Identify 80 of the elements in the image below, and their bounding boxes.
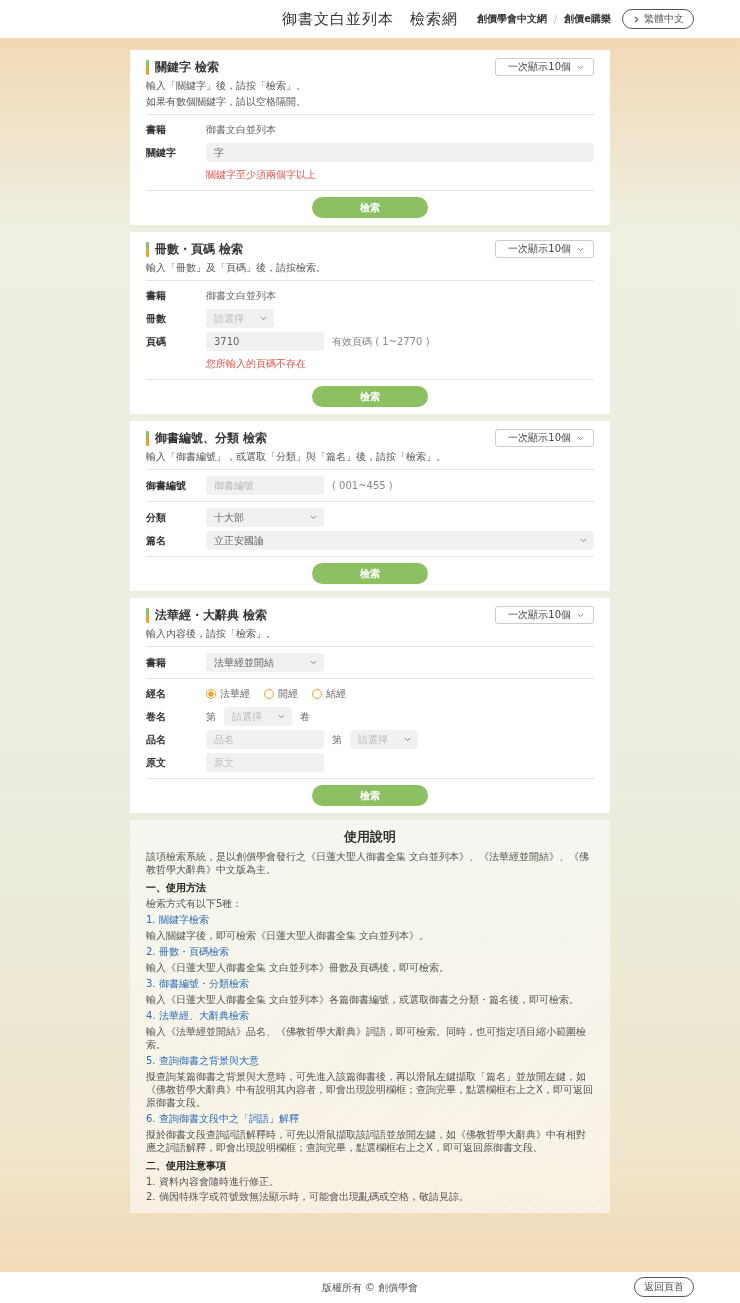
per-page-select[interactable]: 一次顯示10個 bbox=[495, 240, 594, 258]
accent-bar bbox=[146, 607, 149, 623]
select-field[interactable]: 十大部 bbox=[206, 508, 324, 527]
card-title-text: 法華經・大辭典 檢索 bbox=[155, 606, 268, 624]
field-label: 書籍 bbox=[146, 655, 167, 670]
suffix-text: 卷 bbox=[300, 709, 310, 724]
per-page-select[interactable]: 一次顯示10個 bbox=[495, 606, 594, 624]
chevron-down-icon bbox=[579, 536, 588, 545]
radio-option[interactable]: 開經 bbox=[264, 687, 298, 701]
chevron-right-icon bbox=[632, 14, 641, 24]
field-label: 書籍 bbox=[146, 123, 167, 137]
section-heading: 一、使用方法 bbox=[146, 881, 207, 895]
chevron-down-icon bbox=[403, 735, 412, 744]
lead-text: 檢索方式有以下5種： bbox=[146, 897, 244, 910]
method-title: 3. 御書編號・分類檢索 bbox=[146, 977, 250, 991]
radio-option[interactable]: 結經 bbox=[312, 687, 346, 701]
per-page-select[interactable]: 一次顯示10個 bbox=[495, 429, 594, 447]
description-text: 輸入「關鍵字」後，請按「檢索」。 bbox=[146, 79, 307, 92]
intro-text: 該項檢索系統，是以創價學會發行之《日蓮大聖人御書全集 文白並列本》、《法華經並開結》、《佛教哲學大辭典》中文版為主。 bbox=[146, 850, 591, 876]
chevron-down-icon bbox=[309, 658, 318, 667]
field-label: 篇名 bbox=[146, 533, 167, 548]
description-text: 輸入內容後，請按「檢索」。 bbox=[146, 627, 277, 640]
per-page-select[interactable]: 一次顯示10個 bbox=[495, 58, 594, 76]
field-label: 關鍵字 bbox=[146, 145, 177, 160]
method-description: 輸入《日蓮大聖人御書全集 文白並列本》各篇御書編號，或選取御書之分類・篇名後，即可檢索。 bbox=[146, 993, 581, 1006]
hint-text: 有效頁碼 ( 1~2770 ) bbox=[332, 334, 430, 349]
back-to-top-button[interactable]: 返回頁首 bbox=[634, 1277, 694, 1297]
prefix-text: 第 bbox=[206, 709, 216, 724]
field-label: 經名 bbox=[146, 687, 167, 701]
select-field[interactable]: 立正安國論 bbox=[206, 531, 594, 550]
field-label: 品名 bbox=[146, 732, 167, 747]
field-value: 御書文白並列本 bbox=[206, 123, 276, 137]
error-message: 您所輸入的頁碼不存在 bbox=[206, 357, 306, 371]
accent-bar bbox=[146, 241, 149, 257]
header-link[interactable]: 創價學會中文網 bbox=[476, 12, 547, 26]
card-title-text: 御書編號、分類 檢索 bbox=[155, 429, 268, 447]
method-description: 輸入《法華經並開結》品名、《佛教哲學大辭典》詞語，即可檢索。同時，也可指定項目縮小範圍檢索。 bbox=[146, 1025, 587, 1051]
method-description: 擬於御書文段查詢詞語解釋時，可先以滑鼠擷取該詞語並放開左鍵，如《佛教哲學大辭典》中有相對應之詞語解釋，即會出現說明欄框；查詢完畢，點選欄框右上之X，即可返回原御書文段。 bbox=[146, 1128, 587, 1154]
method-description: 輸入《日蓮大聖人御書全集 文白並列本》冊數及頁碼後，即可檢索。 bbox=[146, 961, 451, 974]
prefix-text: 第 bbox=[332, 732, 342, 747]
error-message: 關鍵字至少須兩個字以上 bbox=[206, 168, 316, 182]
chevron-down-icon bbox=[277, 712, 286, 721]
method-title: 4. 法華經、大辭典檢索 bbox=[146, 1009, 250, 1023]
field-label: 分類 bbox=[146, 510, 167, 525]
field-label: 卷名 bbox=[146, 709, 167, 724]
field-label: 原文 bbox=[146, 755, 167, 770]
separator-text: / bbox=[553, 13, 558, 25]
field-label: 冊數 bbox=[146, 311, 167, 326]
chevron-down-icon bbox=[259, 314, 268, 323]
hint-text: ( 001~455 ) bbox=[332, 480, 393, 491]
method-description: 擬查詢某篇御書之背景與大意時，可先進入該篇御書後，再以滑鼠左鍵擷取「篇名」並放開左鍵，如《佛教哲學大辭典》中有說明其內容者，即會出現說明欄框；查詢完畢，點選欄框右上之X，即可返回原御書文段。 bbox=[146, 1070, 594, 1109]
method-title: 6. 查詢御書文段中之「詞語」解釋 bbox=[146, 1112, 300, 1126]
field-label: 御書編號 bbox=[146, 478, 187, 493]
method-title: 1. 關鍵字檢索 bbox=[146, 913, 210, 927]
input-field[interactable]: 3710 bbox=[206, 332, 324, 351]
method-title: 2. 冊數・頁碼檢索 bbox=[146, 945, 230, 959]
usage-title: 使用說明 bbox=[342, 828, 397, 846]
field-label: 書籍 bbox=[146, 289, 167, 303]
accent-bar bbox=[146, 430, 149, 446]
description-text: 輸入「冊數」及「頁碼」後，請按檢索。 bbox=[146, 261, 327, 274]
section-heading: 二、使用注意事項 bbox=[146, 1159, 227, 1173]
description-text: 如果有數個關鍵字，請以空格隔開。 bbox=[146, 95, 307, 108]
chevron-down-icon bbox=[309, 513, 318, 522]
card-title-text: 關鍵字 檢索 bbox=[155, 58, 220, 76]
field-value: 御書文白並列本 bbox=[206, 289, 276, 303]
copyright-text: 版權所有 © 創價學會 bbox=[321, 1280, 419, 1295]
header-link[interactable]: 創價e購樂 bbox=[564, 12, 611, 26]
language-button[interactable]: 繁體中文 bbox=[622, 9, 694, 29]
site-title: 御書文白並列本 檢索網 bbox=[282, 9, 458, 29]
note-text: 1. 資料內容會隨時進行修正。 bbox=[146, 1175, 280, 1188]
radio-option[interactable]: 法華經 bbox=[206, 687, 250, 701]
select-field[interactable]: 法華經並開結 bbox=[206, 653, 324, 672]
method-description: 輸入關鍵字後，即可檢索《日蓮大聖人御書全集 文白並列本》。 bbox=[146, 929, 431, 942]
note-text: 2. 倘因特殊字或符號致無法顯示時，可能會出現亂碼或空格，敬請見諒。 bbox=[146, 1190, 470, 1203]
method-title: 5. 查詢御書之背景與大意 bbox=[146, 1054, 260, 1068]
description-text: 輸入「御書編號」，或選取「分類」與「篇名」後，請按「檢索」。 bbox=[146, 450, 447, 463]
accent-bar bbox=[146, 59, 149, 75]
input-field[interactable]: 字 bbox=[206, 143, 594, 162]
field-label: 頁碼 bbox=[146, 334, 167, 349]
card-title-text: 冊數・頁碼 檢索 bbox=[155, 240, 244, 258]
